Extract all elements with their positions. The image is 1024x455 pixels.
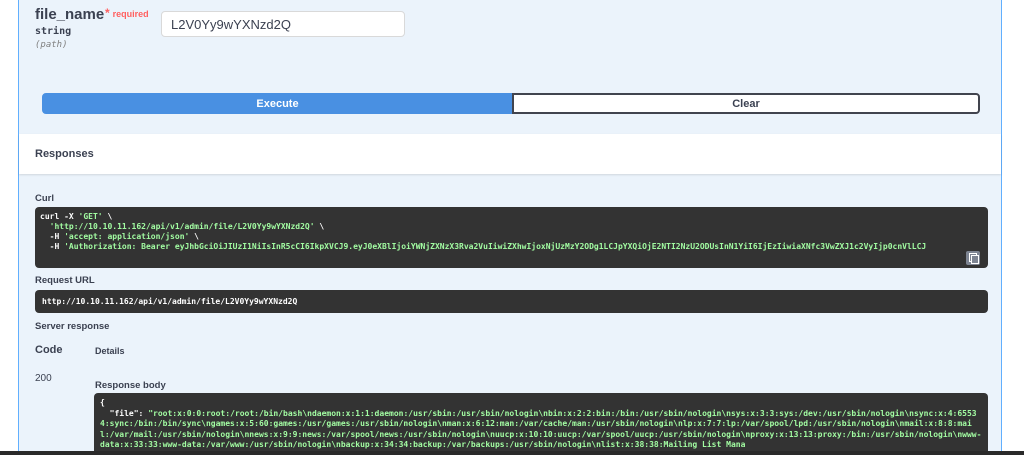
required-label: required	[112, 9, 149, 19]
required-star: *	[105, 6, 110, 20]
execute-button[interactable]: Execute	[42, 93, 513, 114]
clear-button[interactable]: Clear	[512, 93, 980, 114]
status-code: 200	[35, 373, 52, 384]
file-name-input[interactable]	[161, 11, 405, 37]
curl-command[interactable]: curl -X 'GET' \ 'http://10.10.11.162/api…	[35, 207, 988, 268]
curl-label: Curl	[35, 193, 54, 204]
request-url-label: Request URL	[35, 275, 95, 286]
window-bottom-edge	[0, 451, 1024, 455]
response-body-label: Response body	[95, 380, 166, 391]
details-column-header: Details	[95, 346, 125, 356]
parameter-location: (path)	[35, 40, 68, 50]
server-response-label: Server response	[35, 321, 110, 332]
parameter-type: string	[35, 26, 72, 37]
parameter-name: file_name	[35, 6, 105, 23]
code-column-header: Code	[35, 344, 63, 356]
required-badge: * required	[105, 6, 149, 20]
request-url: http://10.10.11.162/api/v1/admin/file/L2…	[35, 290, 988, 313]
response-body[interactable]: { "file": "root:x:0:0:root:/root:/bin/ba…	[94, 393, 988, 455]
responses-header	[19, 134, 1001, 174]
copy-to-clipboard-icon[interactable]	[966, 251, 980, 265]
responses-title: Responses	[35, 148, 94, 160]
